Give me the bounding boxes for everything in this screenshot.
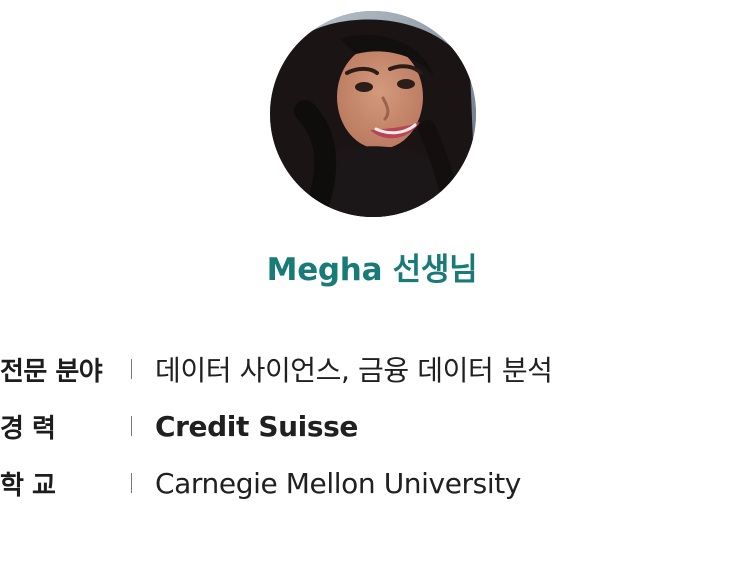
- detail-label-career-text: 경 력: [0, 413, 56, 444]
- detail-label-specialty-text: 전문 분야: [0, 356, 103, 387]
- detail-label-career: 경 력: [0, 408, 118, 445]
- label-separator: [131, 416, 132, 436]
- detail-value-school: Carnegie Mellon University: [155, 466, 521, 500]
- detail-label-specialty: 전문 분야: [0, 351, 118, 388]
- detail-label-school-text: 학 교: [0, 470, 56, 501]
- detail-label-school: 학 교: [0, 465, 118, 502]
- detail-value-specialty: 데이터 사이언스, 금융 데이터 분석: [155, 354, 553, 387]
- label-separator: [131, 359, 132, 379]
- detail-value-career: Credit Suisse: [155, 409, 358, 443]
- detail-row-career: 경 력 Credit Suisse: [0, 404, 744, 448]
- detail-row-specialty: 전문 분야 데이터 사이언스, 금융 데이터 분석: [0, 347, 744, 391]
- teacher-name: Megha 선생님: [266, 252, 478, 288]
- teacher-details: 전문 분야 데이터 사이언스, 금융 데이터 분석 경 력 Credit Sui…: [0, 347, 744, 518]
- teacher-avatar: [270, 11, 476, 217]
- detail-row-school: 학 교 Carnegie Mellon University: [0, 461, 744, 505]
- label-separator: [131, 473, 132, 493]
